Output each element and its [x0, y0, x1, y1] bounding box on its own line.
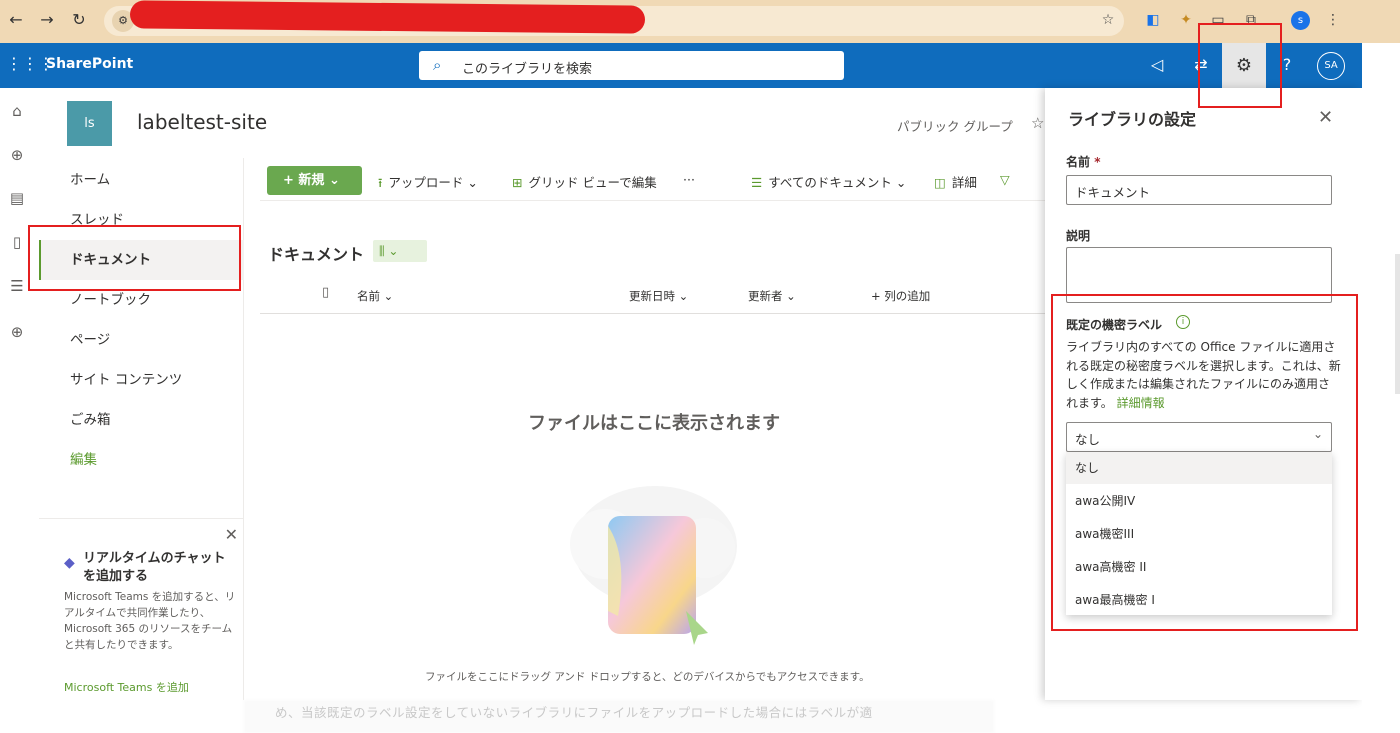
home-icon[interactable]: ⌂: [6, 100, 28, 122]
filter-icon[interactable]: ▽: [1000, 172, 1010, 187]
search-input[interactable]: ⌕ このライブラリを検索: [419, 51, 844, 80]
nav-item-recycle-bin[interactable]: ごみ箱: [39, 400, 244, 440]
follow-star-icon[interactable]: ☆: [1031, 114, 1044, 132]
column-modified-label: 更新日時: [629, 289, 675, 303]
details-button[interactable]: ◫ 詳細: [934, 172, 977, 191]
divider: [260, 200, 1045, 201]
close-icon[interactable]: ✕: [225, 525, 238, 544]
new-label: 新規: [298, 173, 325, 188]
annotation-box-settings: [1198, 23, 1282, 108]
suite-header: ⋮⋮⋮ SharePoint ⌕ このライブラリを検索 ◁ ⇄ ⚙ ? SA: [0, 43, 1362, 88]
annotation-box-documents: [28, 225, 241, 291]
globe-icon[interactable]: ⊕: [6, 144, 28, 166]
teams-promo-card: ✕ ◆ リアルタイムのチャットを追加する Microsoft Teams を追加…: [39, 518, 244, 700]
file-icon[interactable]: ▯: [6, 231, 28, 253]
menu-icon[interactable]: ⋮: [1323, 10, 1343, 30]
view-label: すべてのドキュメント: [768, 175, 892, 190]
translate-icon[interactable]: ◧: [1143, 10, 1163, 30]
extension-icon[interactable]: ✦: [1176, 10, 1196, 30]
list-icon[interactable]: ☰: [6, 275, 28, 297]
group-type-label: パブリック グループ: [897, 119, 1013, 134]
info-pane-icon: ◫: [934, 175, 946, 190]
required-mark: *: [1094, 155, 1101, 169]
add-column-label: 列の追加: [884, 289, 931, 303]
arrow-left-icon[interactable]: ←: [5, 9, 27, 31]
divider: [260, 313, 1045, 314]
nav-item-edit[interactable]: 編集: [39, 440, 244, 480]
upload-button[interactable]: ⭱ アップロード ⌄: [378, 172, 478, 195]
close-icon[interactable]: ✕: [1318, 107, 1333, 128]
column-header-modified-by[interactable]: 更新者 ⌄: [748, 288, 796, 304]
grid-icon: ⊞: [512, 175, 523, 190]
column-modified-by-label: 更新者: [748, 289, 783, 303]
column-header-modified[interactable]: 更新日時 ⌄: [629, 288, 688, 304]
redaction-mark: [129, 0, 646, 34]
site-logo[interactable]: ls: [67, 101, 112, 146]
add-column-button[interactable]: + 列の追加: [871, 288, 930, 304]
library-title: ドキュメント: [268, 245, 365, 264]
upload-label: アップロード: [388, 175, 464, 190]
nav-item-site-contents[interactable]: サイト コンテンツ: [39, 360, 244, 400]
empty-state-title: ファイルはここに表示されます: [528, 413, 780, 434]
teams-promo-title: リアルタイムのチャットを追加する: [83, 551, 226, 584]
search-placeholder: このライブラリを検索: [462, 62, 593, 77]
arrow-right-icon[interactable]: →: [36, 9, 58, 31]
scrollbar-thumb[interactable]: [1395, 254, 1400, 394]
more-button[interactable]: ···: [683, 172, 695, 187]
name-field[interactable]: ドキュメント: [1066, 175, 1332, 205]
empty-state-description: ファイルをここにドラッグ アンド ドロップすると、どのデバイスからでもアクセスで…: [425, 671, 870, 683]
avatar[interactable]: SA: [1317, 52, 1345, 80]
nav-item-pages[interactable]: ページ: [39, 320, 244, 360]
reload-icon[interactable]: ↻: [68, 9, 90, 31]
app-bar: ⌂ ⊕ ▤ ▯ ☰ ⊕: [0, 88, 34, 700]
view-selector[interactable]: ☰ すべてのドキュメント ⌄: [751, 172, 906, 191]
description-label: 説明: [1066, 229, 1091, 243]
blurred-caption: め、当該既定のラベル設定をしていないライブラリにファイルをアップロードした場合に…: [275, 705, 873, 720]
view-list-icon: ☰: [751, 175, 763, 190]
column-header-name[interactable]: 名前 ⌄: [357, 288, 393, 304]
new-button[interactable]: + 新規 ⌄: [267, 166, 362, 195]
file-type-icon: ▯: [322, 285, 330, 300]
star-icon[interactable]: ☆: [1098, 10, 1118, 30]
site-title[interactable]: labeltest-site: [137, 110, 267, 134]
name-label: 名前: [1066, 155, 1091, 169]
teams-promo-body: Microsoft Teams を追加すると、リアルタイムで共同作業したり、Mi…: [64, 591, 236, 651]
profile-avatar[interactable]: s: [1291, 11, 1310, 30]
view-switcher[interactable]: ⫼ ⌄: [373, 240, 427, 262]
details-label: 詳細: [951, 175, 977, 190]
browser-toolbar: ← → ↻ ⚙ ☆ ◧ ✦ ▭ ⧉ s ⋮: [0, 0, 1400, 43]
panel-title: ライブラリの設定: [1068, 110, 1197, 129]
nav-item-home[interactable]: ホーム: [39, 160, 244, 200]
add-circle-icon[interactable]: ⊕: [6, 321, 28, 343]
app-launcher-icon[interactable]: ⋮⋮⋮: [6, 53, 54, 75]
news-icon[interactable]: ▤: [6, 187, 28, 209]
search-icon: ⌕: [433, 56, 442, 74]
name-label-row: 名前 *: [1066, 153, 1100, 170]
teams-icon: ◆: [64, 555, 75, 571]
column-name-label: 名前: [357, 289, 380, 303]
grid-edit-label: グリッド ビューで編集: [528, 175, 657, 190]
grid-edit-button[interactable]: ⊞ グリッド ビューで編集: [512, 172, 657, 191]
brand-name[interactable]: SharePoint: [46, 56, 133, 72]
add-teams-link[interactable]: Microsoft Teams を追加: [64, 679, 189, 695]
upload-icon: ⭱: [378, 175, 383, 190]
megaphone-icon[interactable]: ◁: [1143, 51, 1171, 79]
annotation-box-label: [1051, 294, 1358, 631]
empty-folder-illustration: [570, 486, 737, 645]
